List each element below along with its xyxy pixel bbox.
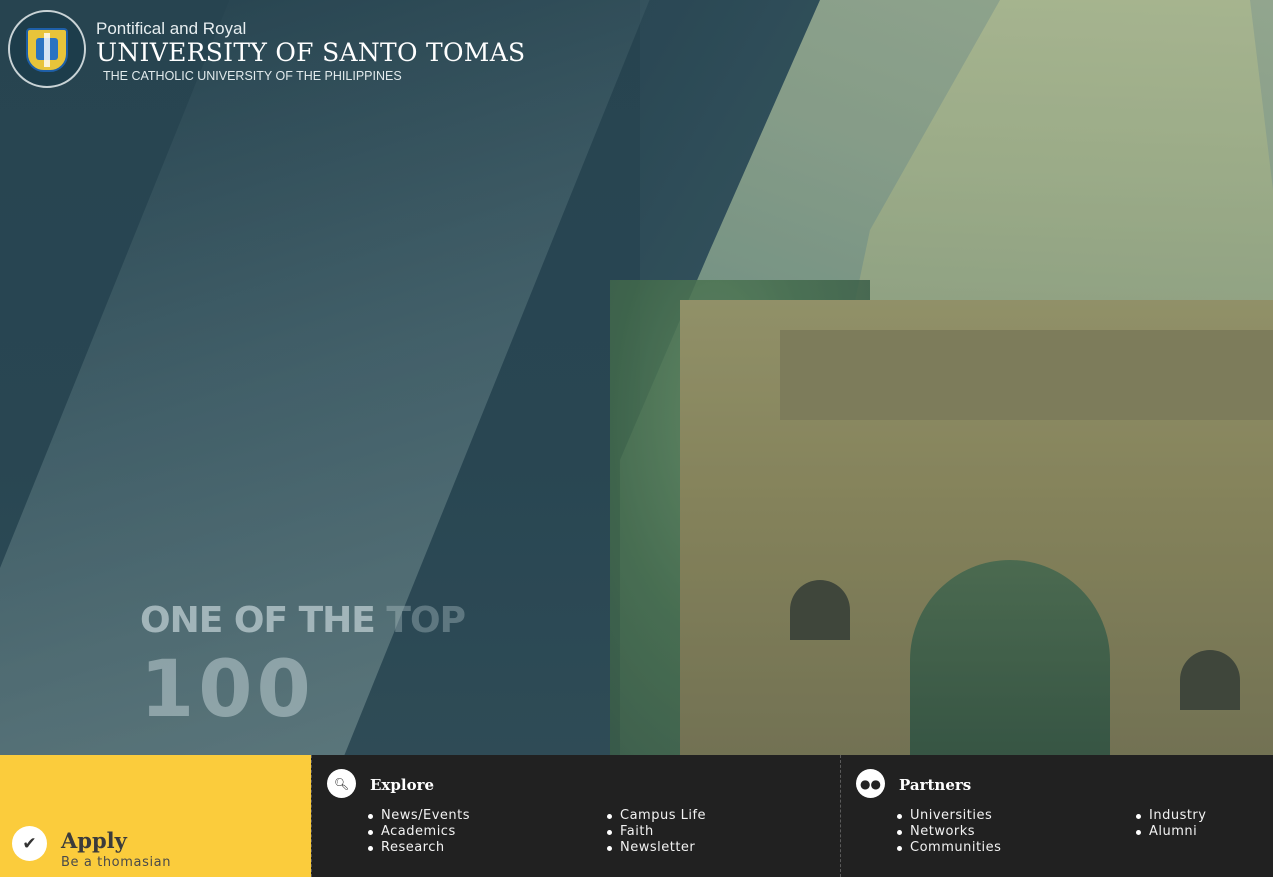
apply-subtitle: Be a thomasian (61, 855, 172, 870)
title-kicker: Pontifical and Royal (96, 19, 247, 38)
group-icon: ●● (856, 769, 885, 798)
partners-title: Partners (899, 776, 972, 794)
teaser-fade: TOP (386, 600, 466, 641)
teaser-line-1: ONE OF THE TOP (140, 600, 466, 641)
partners-col-1: Universities Networks Communities (897, 808, 1001, 856)
link-newsletter[interactable]: Newsletter (607, 840, 706, 856)
tagline: THE CATHOLIC UNIVERSITY OF THE PHILIPPIN… (103, 69, 402, 83)
link-news-events[interactable]: News/Events (368, 808, 470, 824)
partners-col-2: Industry Alumni (1136, 808, 1206, 840)
site-title-block[interactable]: Pontifical and Royal UNIVERSITY OF SANTO… (96, 19, 526, 83)
teaser-main: ONE OF THE (140, 600, 376, 641)
link-networks[interactable]: Networks (897, 824, 1001, 840)
link-research[interactable]: Research (368, 840, 470, 856)
explore-title: Explore (370, 776, 435, 794)
explore-col-1: News/Events Academics Research (368, 808, 470, 856)
explore-panel: 🔍︎ Explore News/Events Academics Researc… (311, 755, 840, 877)
hero-banner: ONE OF THE TOP 100 (0, 0, 1273, 755)
seal-shield (26, 28, 68, 72)
search-icon: 🔍︎ (327, 769, 356, 798)
link-industry[interactable]: Industry (1136, 808, 1206, 824)
link-faith[interactable]: Faith (607, 824, 706, 840)
teaser-line-2: 100 (140, 645, 315, 735)
partners-panel: ●● Partners Universities Networks Commun… (840, 755, 1273, 877)
site-header[interactable]: Pontifical and Royal UNIVERSITY OF SANTO… (8, 10, 526, 88)
video-teaser-text: ONE OF THE TOP 100 (140, 600, 466, 735)
link-alumni[interactable]: Alumni (1136, 824, 1206, 840)
link-communities[interactable]: Communities (897, 840, 1001, 856)
link-academics[interactable]: Academics (368, 824, 470, 840)
university-name: UNIVERSITY OF SANTO TOMAS (96, 38, 526, 67)
link-campus-life[interactable]: Campus Life (607, 808, 706, 824)
ust-seal-icon[interactable] (8, 10, 86, 88)
footer-nav: ✔ Apply Be a thomasian 🔍︎ Explore News/E… (0, 755, 1273, 877)
link-universities[interactable]: Universities (897, 808, 1001, 824)
check-icon: ✔ (12, 826, 47, 861)
explore-col-2: Campus Life Faith Newsletter (607, 808, 706, 856)
apply-button[interactable]: ✔ Apply Be a thomasian (0, 755, 311, 877)
apply-label: Apply (61, 828, 127, 853)
